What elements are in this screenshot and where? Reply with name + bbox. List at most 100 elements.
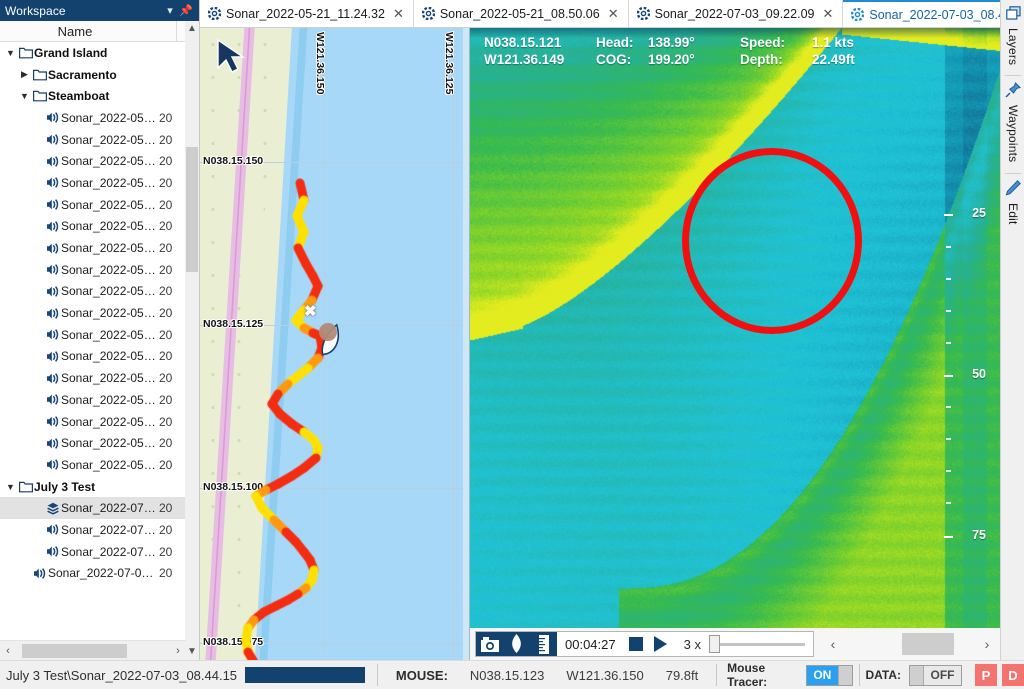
hscroll-left-icon[interactable]: ‹ bbox=[0, 645, 16, 657]
tree-sonar-row[interactable]: Sonar_2022-05-2... 20 bbox=[0, 454, 185, 476]
hscroll-track[interactable] bbox=[16, 641, 170, 661]
tab-3[interactable]: Sonar_2022-07-03_08.44.1 bbox=[843, 0, 1024, 27]
tree-item-date: 20 bbox=[159, 392, 173, 407]
tree-item-label: Sonar_2022-05-1... bbox=[61, 284, 159, 299]
depth-tick-minor-2 bbox=[946, 278, 951, 280]
tree-folder-row[interactable]: ▼ July 3 Test bbox=[0, 476, 185, 498]
playback-speed[interactable]: 3 x bbox=[674, 637, 709, 652]
hscroll-right-icon[interactable]: › bbox=[170, 645, 186, 657]
tree-item-label: Steamboat bbox=[48, 89, 110, 104]
workspace-tree[interactable]: ▼ Grand Island ▶ Sacramento ▼ Steamboat Sonar_… bbox=[0, 42, 185, 640]
playback-toolbar[interactable]: 00:04:27 3 x ‹ › bbox=[470, 628, 1000, 660]
target-icon[interactable] bbox=[503, 632, 530, 656]
vscroll-track[interactable] bbox=[185, 37, 199, 644]
sonar-file-icon bbox=[421, 7, 435, 20]
tab-1[interactable]: Sonar_2022-05-21_08.50.06 ✕ bbox=[413, 0, 629, 27]
playback-speed-slider[interactable] bbox=[708, 633, 807, 655]
tree-sonar-row[interactable]: Sonar_2022-05-2... 20 bbox=[0, 411, 185, 433]
sonar-file-icon bbox=[44, 502, 61, 515]
sonar-image-view[interactable]: N038.15.121 Head: 138.99° Speed: 1.1 kts… bbox=[470, 28, 1000, 628]
dock-item-layers[interactable]: Layers bbox=[1001, 0, 1024, 75]
tab-2[interactable]: Sonar_2022-07-03_09.22.09 ✕ bbox=[628, 0, 844, 27]
vessel-marker-icon[interactable] bbox=[310, 318, 354, 365]
tree-folder-row[interactable]: ▼ Steamboat bbox=[0, 85, 185, 107]
vscroll-thumb[interactable] bbox=[186, 147, 198, 272]
tree-sonar-row[interactable]: Sonar_2022-05-2... 20 bbox=[0, 389, 185, 411]
tree-sonar-row[interactable]: Sonar_2022-05-2... 20 bbox=[0, 346, 185, 368]
status-mouse-label: MOUSE: bbox=[395, 667, 448, 683]
data-toggle[interactable]: OFF bbox=[908, 664, 962, 686]
stop-icon[interactable] bbox=[624, 637, 648, 651]
status-tracer-label: Mouse Tracer: bbox=[727, 661, 768, 689]
sonar-file-icon bbox=[44, 133, 61, 146]
chevron-down-icon[interactable]: ▼ bbox=[4, 48, 17, 58]
tree-vertical-scrollbar[interactable]: ▲ ▼ bbox=[185, 21, 199, 660]
tree-sonar-row[interactable]: Sonar_2022-05-2... 20 bbox=[0, 367, 185, 389]
tree-sonar-row[interactable]: Sonar_2022-05-2... 20 bbox=[0, 432, 185, 454]
tree-horizontal-scrollbar[interactable]: ‹ › bbox=[0, 640, 186, 660]
sonar-scroll-thumb[interactable] bbox=[902, 633, 955, 655]
scroll-down-icon[interactable]: ▼ bbox=[185, 644, 199, 660]
tree-sonar-row[interactable]: Sonar_2022-05-1... 20 bbox=[0, 237, 185, 259]
tree-sonar-row[interactable]: Sonar_2022-07-03_...20 bbox=[0, 497, 185, 520]
chevron-left-icon[interactable]: ‹ bbox=[820, 636, 846, 652]
sonar-horizontal-scrollbar[interactable]: ‹ › bbox=[820, 631, 1000, 657]
tab-close-icon[interactable]: ✕ bbox=[819, 6, 836, 22]
tree-sonar-row[interactable]: Sonar_2022-05-1... 20 bbox=[0, 281, 185, 303]
column-header-name[interactable]: Name bbox=[0, 24, 176, 39]
sonar-scroll-track[interactable] bbox=[846, 633, 974, 655]
playback-controls-group[interactable]: 00:04:27 3 x bbox=[475, 631, 814, 657]
tree-item-date: 20 bbox=[159, 501, 173, 516]
data-toggle-knob[interactable] bbox=[909, 665, 924, 685]
dock-item-waypoints[interactable]: Waypoints bbox=[1001, 76, 1024, 172]
tree-item-date: 20 bbox=[159, 175, 173, 190]
chevron-down-icon[interactable]: ▼ bbox=[18, 91, 31, 101]
ruler-icon[interactable] bbox=[530, 632, 557, 656]
mouse-tracer-toggle[interactable]: ON bbox=[806, 664, 853, 686]
camera-icon[interactable] bbox=[476, 632, 503, 656]
scroll-up-icon[interactable]: ▲ bbox=[185, 21, 199, 37]
tree-item-date: 20 bbox=[159, 306, 173, 321]
tree-sonar-row[interactable]: Sonar_2022-05-1... 20 bbox=[0, 259, 185, 281]
sonar-waterfall-canvas bbox=[470, 28, 1000, 628]
mouse-tracer-knob[interactable] bbox=[837, 665, 852, 685]
sonar-file-icon bbox=[44, 328, 61, 341]
pin-icon[interactable]: 📌 bbox=[178, 4, 194, 17]
dock-item-edit[interactable]: Edit bbox=[1001, 174, 1024, 234]
tree-folder-row[interactable]: ▼ Grand Island bbox=[0, 42, 185, 64]
tree-sonar-row[interactable]: Sonar_2022-05-1... 20 bbox=[0, 150, 185, 172]
tree-folder-row[interactable]: ▶ Sacramento bbox=[0, 64, 185, 86]
chart-map-view[interactable]: N038.15.150 N038.15.125 N038.15.100 N038… bbox=[200, 28, 470, 660]
sonar-file-icon bbox=[44, 372, 61, 385]
tree-item-label: Sonar_2022-05-2... bbox=[61, 306, 159, 321]
tree-item-label: Sonar_2022-05-2... bbox=[61, 457, 159, 472]
tree-sonar-row[interactable]: Sonar_2022-05-2... 20 bbox=[0, 324, 185, 346]
slider-knob[interactable] bbox=[708, 635, 720, 653]
tree-sonar-row[interactable]: Sonar_2022-05-2... 20 bbox=[0, 302, 185, 324]
tree-sonar-row[interactable]: Sonar_2022-05-1... 20 bbox=[0, 172, 185, 194]
right-dock-panel[interactable]: Layers Waypoints Edit bbox=[1000, 0, 1024, 689]
chevron-right-icon[interactable]: › bbox=[974, 636, 1000, 652]
tab-close-icon[interactable]: ✕ bbox=[390, 6, 407, 22]
tree-sonar-row[interactable]: Sonar_2022-05-1... 20 bbox=[0, 129, 185, 151]
sonar-file-icon bbox=[31, 567, 48, 580]
tree-sonar-row[interactable]: Sonar_2022-05-1... 20 bbox=[0, 194, 185, 216]
tree-sonar-row[interactable]: Sonar_2022-07-03_08....20 bbox=[0, 563, 185, 585]
tree-item-date: 20 bbox=[159, 284, 173, 299]
tree-sonar-row[interactable]: Sonar_2022-07-03_...20 bbox=[0, 519, 185, 541]
chevron-down-icon[interactable]: ▼ bbox=[4, 482, 17, 492]
hscroll-thumb[interactable] bbox=[22, 643, 127, 658]
chevron-right-icon[interactable]: ▶ bbox=[18, 69, 31, 80]
document-tab-bar[interactable]: Sonar_2022-05-21_11.24.32 ✕ Sonar_2022-05-… bbox=[200, 0, 1024, 28]
d-indicator-button[interactable]: D bbox=[1001, 664, 1024, 686]
tab-0[interactable]: Sonar_2022-05-21_11.24.32 ✕ bbox=[200, 0, 414, 27]
status-mouse-depth: 79.8ft bbox=[665, 667, 699, 683]
sonar-annotation-circle[interactable] bbox=[682, 148, 862, 334]
play-icon[interactable] bbox=[648, 636, 674, 652]
tab-close-icon[interactable]: ✕ bbox=[605, 6, 622, 22]
tree-sonar-row[interactable]: Sonar_2022-07-03_...20 bbox=[0, 541, 185, 563]
p-indicator-button[interactable]: P bbox=[974, 664, 997, 686]
tree-sonar-row[interactable]: Sonar_2022-05-1... 20 bbox=[0, 107, 185, 129]
chevron-down-icon[interactable]: ▾ bbox=[162, 4, 178, 17]
tree-sonar-row[interactable]: Sonar_2022-05-1... 20 bbox=[0, 216, 185, 238]
